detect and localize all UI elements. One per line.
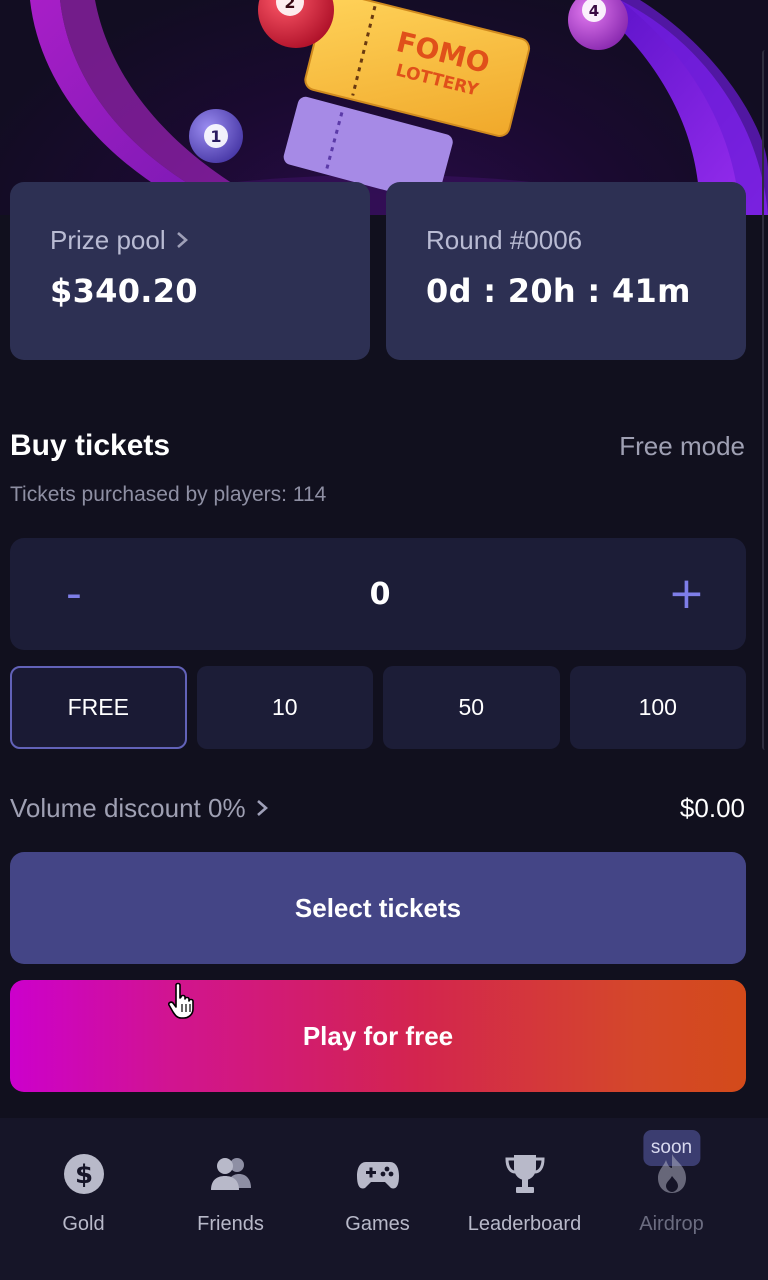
quick-option-100[interactable]: 100 — [569, 666, 746, 749]
chevron-right-icon — [176, 232, 188, 248]
nav-label-gold: Gold — [62, 1213, 105, 1235]
nav-item-leaderboard[interactable]: Leaderboard — [451, 1118, 598, 1280]
svg-text:1: 1 — [210, 127, 221, 146]
nav-label-friends: Friends — [197, 1213, 264, 1235]
round-label: Round #0006 — [426, 225, 583, 255]
prize-pool-card[interactable]: Prize pool $340.20 — [10, 182, 370, 360]
flame-icon — [657, 1154, 686, 1193]
ticket-quantity-value[interactable]: 0 — [370, 577, 391, 612]
svg-text:2: 2 — [284, 0, 295, 12]
select-tickets-button[interactable]: Select tickets — [10, 852, 746, 964]
nav-label-leaderboard: Leaderboard — [467, 1213, 582, 1235]
mode-label: Free mode — [619, 431, 745, 461]
dollar-coin-icon: $ — [63, 1154, 104, 1194]
hand-cursor-icon — [168, 982, 194, 1019]
lottery-ball-4: 4 — [568, 0, 628, 50]
prize-pool-value: $340.20 — [50, 272, 198, 310]
quick-option-50[interactable]: 50 — [383, 666, 560, 749]
ticket-quantity-stepper: - 0 + — [10, 538, 746, 650]
round-countdown: 0d : 20h : 41m — [426, 272, 691, 310]
users-icon — [210, 1158, 251, 1190]
play-for-free-button[interactable]: Play for free — [10, 980, 746, 1092]
nav-item-friends[interactable]: Friends — [157, 1118, 304, 1280]
bottom-navigation: $ Gold Friends Games Leaderboard soon Ai… — [0, 1118, 768, 1280]
quick-select-options: FREE 10 50 100 — [10, 666, 746, 749]
volume-discount-label: Volume discount 0% — [10, 793, 246, 823]
nav-label-airdrop: Airdrop — [639, 1213, 704, 1235]
nav-label-games: Games — [345, 1213, 410, 1235]
quick-option-10[interactable]: 10 — [196, 666, 373, 749]
nav-item-gold[interactable]: $ Gold — [10, 1118, 157, 1280]
increment-button[interactable]: + — [668, 572, 705, 616]
quick-option-free[interactable]: FREE — [10, 666, 187, 749]
trophy-icon — [504, 1155, 545, 1193]
prize-pool-label: Prize pool — [50, 225, 166, 255]
nav-item-games[interactable]: Games — [304, 1118, 451, 1280]
round-card: Round #0006 0d : 20h : 41m — [386, 182, 746, 360]
lottery-ball-1: 1 — [189, 109, 243, 163]
tickets-purchased-text: Tickets purchased by players: 114 — [10, 483, 327, 506]
chevron-right-icon — [256, 800, 268, 816]
decrement-button[interactable]: - — [56, 572, 92, 616]
svg-text:$: $ — [74, 1160, 92, 1190]
gamepad-icon — [356, 1162, 399, 1189]
volume-discount-link[interactable]: Volume discount 0% — [10, 792, 272, 824]
buy-tickets-title: Buy tickets — [10, 429, 171, 462]
page-scrollbar[interactable] — [762, 50, 768, 750]
total-price: $0.00 — [679, 793, 745, 823]
nav-item-airdrop[interactable]: soon Airdrop — [598, 1118, 745, 1280]
svg-text:4: 4 — [589, 2, 599, 20]
